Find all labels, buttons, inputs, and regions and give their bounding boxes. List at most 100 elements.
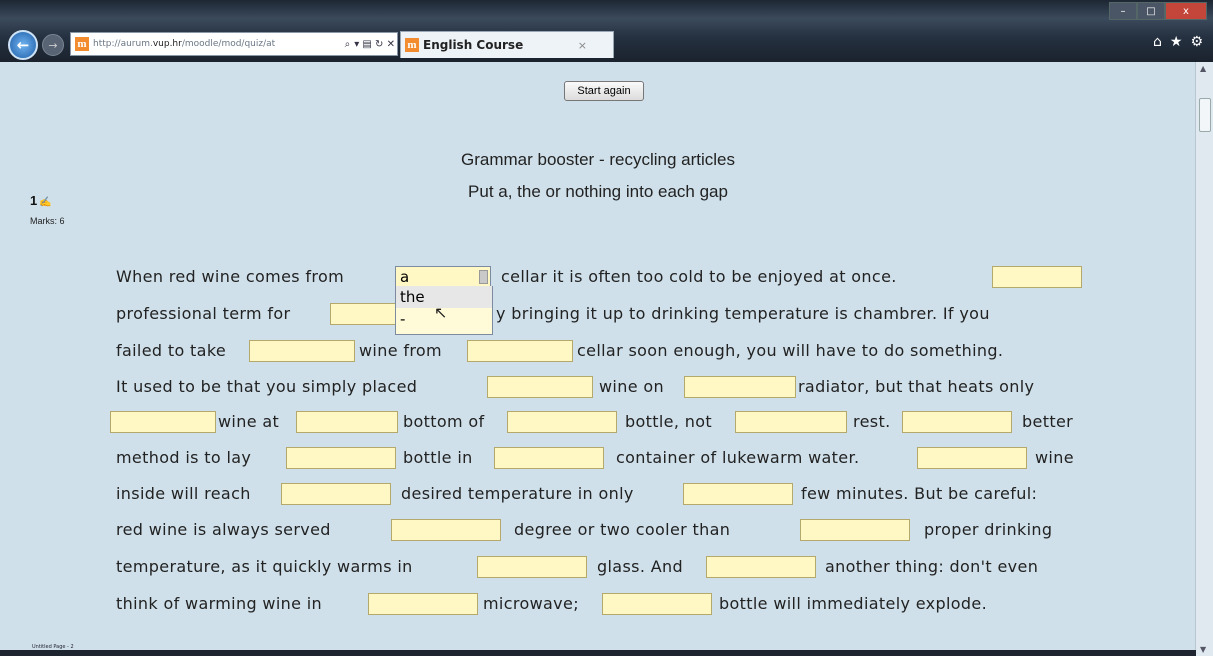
passage-text: wine on <box>599 377 664 396</box>
answer-gap[interactable] <box>368 593 478 615</box>
passage-text: wine at <box>218 412 280 431</box>
answer-gap[interactable] <box>684 376 796 398</box>
passage-text: proper drinking <box>924 520 1053 539</box>
passage-text: inside will reach <box>116 484 251 503</box>
passage-text: degree or two cooler than <box>514 520 731 539</box>
text-line: failed to take wine from cellar soon eno… <box>110 336 1082 366</box>
back-button[interactable]: ← <box>8 30 38 60</box>
passage-text: temperature, as it quickly warms in <box>116 557 413 576</box>
answer-gap[interactable] <box>477 556 587 578</box>
answer-gap[interactable] <box>296 411 398 433</box>
settings-gear-icon[interactable]: ⚙ <box>1190 34 1203 50</box>
answer-dropdown[interactable]: a <box>395 266 491 288</box>
text-line: When red wine comes from a cellar it is … <box>110 262 1082 292</box>
scrollbar-thumb[interactable] <box>1199 98 1211 132</box>
mouse-cursor-icon: ↖ <box>434 303 448 322</box>
answer-gap[interactable] <box>487 376 593 398</box>
forward-arrow-icon: → <box>48 38 58 52</box>
scroll-up-icon[interactable]: ▲ <box>1200 64 1206 73</box>
passage-text: few minutes. But be careful: <box>801 484 1038 503</box>
passage-text: bottom of <box>403 412 485 431</box>
passage-text: method is to lay <box>116 448 252 467</box>
address-actions-icon[interactable]: ▾ ▤ ↻ ✕ <box>354 39 395 50</box>
passage-text: failed to take <box>116 341 227 360</box>
passage-text: container of lukewarm water. <box>616 448 860 467</box>
passage-text: glass. And <box>597 557 683 576</box>
scroll-down-icon[interactable]: ▼ <box>1200 645 1206 654</box>
passage-text: bottle will immediately explode. <box>719 594 988 613</box>
back-arrow-icon: ← <box>16 36 30 54</box>
passage-text: another thing: don't even <box>825 557 1039 576</box>
question-marks: Marks: 6 <box>30 216 65 226</box>
flag-question-icon[interactable]: ✍ <box>39 197 51 208</box>
answer-gap[interactable] <box>494 447 604 469</box>
passage-text: think of warming wine in <box>116 594 323 613</box>
text-line: It used to be that you simply placed win… <box>110 372 1082 402</box>
tab-title: English Course <box>423 38 524 52</box>
search-icon[interactable]: ⌕ <box>345 39 351 50</box>
text-line: inside will reach desired temperature in… <box>110 479 1082 509</box>
passage-text: When red wine comes from <box>116 267 345 286</box>
dropdown-selected-value: a <box>400 268 410 286</box>
answer-gap[interactable] <box>917 447 1027 469</box>
answer-gap[interactable] <box>602 593 712 615</box>
text-line: method is to lay bottle in container of … <box>110 443 1082 473</box>
passage-text: cellar soon enough, you will have to do … <box>577 341 1004 360</box>
answer-gap[interactable] <box>507 411 617 433</box>
forward-button[interactable]: → <box>42 34 64 56</box>
moodle-favicon-icon: m <box>75 37 89 51</box>
window-controls: – □ x <box>1109 2 1207 20</box>
minimize-button[interactable]: – <box>1109 2 1137 20</box>
answer-gap[interactable] <box>992 266 1082 288</box>
tab-close-icon[interactable]: × <box>578 39 587 52</box>
answer-gap[interactable] <box>735 411 847 433</box>
passage-text: cellar it is often too cold to be enjoye… <box>501 267 897 286</box>
tab-english-course[interactable]: m English Course × <box>400 31 614 58</box>
passage-text: It used to be that you simply placed <box>116 377 418 396</box>
answer-gap[interactable] <box>902 411 1012 433</box>
passage-text: red wine is always served <box>116 520 331 539</box>
passage-text: professional term for <box>116 304 291 323</box>
answer-gap[interactable] <box>110 411 216 433</box>
browser-toolbar-right: ⌂ ★ ⚙ <box>1153 34 1203 50</box>
quiz-instructions: Put a, the or nothing into each gap <box>468 182 728 201</box>
home-icon[interactable]: ⌂ <box>1153 34 1162 50</box>
text-line: temperature, as it quickly warms in glas… <box>110 552 1082 582</box>
passage-text: better <box>1022 412 1074 431</box>
passage-text: y bringing it up to drinking temperature… <box>496 304 990 323</box>
answer-gap[interactable] <box>706 556 816 578</box>
answer-gap[interactable] <box>391 519 501 541</box>
taskbar-item[interactable]: Untitled Page - 2 <box>32 644 74 650</box>
text-line: wine at bottom of bottle, not rest. bett… <box>110 407 1082 437</box>
text-line: think of warming wine in microwave; bott… <box>110 589 1082 619</box>
answer-gap[interactable] <box>683 483 793 505</box>
vertical-scrollbar[interactable]: ▲ ▼ <box>1195 62 1213 656</box>
browser-chrome: – □ x ← → m http://aurum.vup.hr/moodle/m… <box>0 0 1213 62</box>
quiz-title: Grammar booster - recycling articles <box>461 150 735 169</box>
text-line: professional term for y bringing it up t… <box>110 299 1082 329</box>
maximize-button[interactable]: □ <box>1137 2 1165 20</box>
moodle-favicon-icon: m <box>405 38 419 52</box>
start-again-button[interactable]: Start again <box>564 81 644 101</box>
answer-gap[interactable] <box>800 519 910 541</box>
passage-text: bottle in <box>403 448 473 467</box>
answer-gap[interactable] <box>281 483 391 505</box>
answer-gap[interactable] <box>249 340 355 362</box>
question-number: 1 ✍ <box>30 193 52 208</box>
favorites-star-icon[interactable]: ★ <box>1170 34 1183 50</box>
passage-text: wine <box>1035 448 1074 467</box>
dropdown-scroll-icon[interactable] <box>479 270 488 284</box>
text-line: red wine is always served degree or two … <box>110 515 1082 545</box>
passage-text: radiator, but that heats only <box>798 377 1035 396</box>
passage-text: wine from <box>359 341 442 360</box>
answer-gap[interactable] <box>286 447 396 469</box>
passage-text: microwave; <box>483 594 579 613</box>
answer-gap[interactable] <box>467 340 573 362</box>
passage-text: rest. <box>853 412 891 431</box>
address-bar[interactable]: m http://aurum.vup.hr/moodle/mod/quiz/at… <box>70 32 398 56</box>
url-text[interactable]: http://aurum.vup.hr/moodle/mod/quiz/at <box>93 39 343 49</box>
close-window-button[interactable]: x <box>1165 2 1207 20</box>
passage-text: bottle, not <box>625 412 713 431</box>
passage-text: desired temperature in only <box>401 484 634 503</box>
taskbar <box>0 650 1196 656</box>
